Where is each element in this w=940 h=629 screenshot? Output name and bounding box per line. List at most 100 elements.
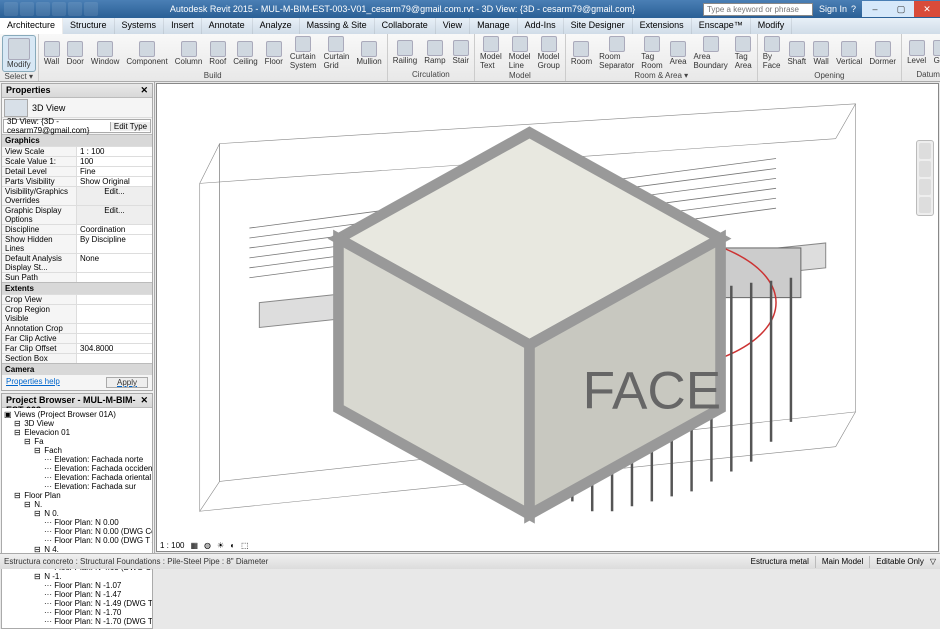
prop-category-extents[interactable]: Extents [2, 282, 152, 294]
type-selector[interactable]: 3D View [2, 98, 152, 118]
tree-node[interactable]: ··· Floor Plan: N -1.70 [4, 608, 150, 617]
pan-icon[interactable] [919, 161, 931, 177]
editable-only-toggle[interactable]: Editable Only [876, 557, 924, 566]
visual-style-icon[interactable]: ◍ [202, 541, 213, 550]
modify-tool[interactable]: Modify [2, 35, 36, 72]
circulation-stair-tool[interactable]: Stair [450, 39, 472, 66]
tree-twisty-icon[interactable]: ⊟ [14, 428, 22, 437]
tree-node[interactable]: ⊟ Fa [4, 437, 150, 446]
instance-filter[interactable]: 3D View: {3D - cesarm79@gmail.com} [4, 117, 110, 135]
view-scale[interactable]: 1 : 100 [158, 541, 186, 550]
tree-node[interactable]: ··· Elevation: Fachada norte [4, 455, 150, 464]
opening-wall-tool[interactable]: Wall [810, 40, 832, 67]
tab-massing[interactable]: Massing & Site [300, 18, 375, 34]
prop-category-camera[interactable]: Camera [2, 363, 152, 375]
filter-icon[interactable]: ▽ [930, 557, 936, 566]
tree-twisty-icon[interactable]: ⊟ [34, 446, 42, 455]
signin-link[interactable]: Sign In [819, 4, 847, 14]
tab-sitedesigner[interactable]: Site Designer [564, 18, 633, 34]
tree-node[interactable]: ⊟ N. [4, 500, 150, 509]
build-floor-tool[interactable]: Floor [262, 40, 286, 67]
tab-manage[interactable]: Manage [470, 18, 518, 34]
tree-twisty-icon[interactable]: ⊟ [24, 437, 32, 446]
tree-node[interactable]: ··· Floor Plan: N -1.07 [4, 581, 150, 590]
circulation-ramp-tool[interactable]: Ramp [421, 39, 448, 66]
tree-root[interactable]: ▣ Views (Project Browser 01A) [4, 410, 150, 419]
help-icon[interactable]: ? [851, 4, 856, 14]
steering-wheel-icon[interactable] [919, 143, 931, 159]
tree-node[interactable]: ··· Elevation: Fachada oriental [4, 473, 150, 482]
circulation-railing-tool[interactable]: Railing [390, 39, 420, 66]
tree-twisty-icon[interactable]: ▣ [4, 410, 12, 419]
tree-twisty-icon[interactable]: ⊟ [14, 419, 22, 428]
zoom-icon[interactable] [919, 179, 931, 195]
app-menu-icon[interactable] [4, 2, 18, 16]
opening-dormer-tool[interactable]: Dormer [866, 40, 899, 67]
tab-addins[interactable]: Add-Ins [518, 18, 564, 34]
tree-node[interactable]: ··· Floor Plan: N -1.70 (DWG T Agua cubi… [4, 617, 150, 626]
tree-node[interactable]: ··· Elevation: Fachada occidental [4, 464, 150, 473]
tree-node[interactable]: ··· Floor Plan: N -1.47 [4, 590, 150, 599]
project-tree[interactable]: ▣ Views (Project Browser 01A)⊟ 3D View⊟ … [2, 408, 152, 628]
tree-node[interactable]: ⊟ Elevacion 01 [4, 428, 150, 437]
build-roof-tool[interactable]: Roof [206, 40, 229, 67]
room-area-boundary-tool[interactable]: Area Boundary [691, 35, 731, 71]
workset-indicator[interactable]: Main Model [822, 557, 863, 566]
viewcube[interactable]: FACE [139, 90, 920, 557]
datum-level-tool[interactable]: Level [904, 39, 929, 66]
opening-vertical-tool[interactable]: Vertical [833, 40, 865, 67]
undo-icon[interactable] [52, 2, 66, 16]
tab-extensions[interactable]: Extensions [633, 18, 692, 34]
datum-grid-tool[interactable]: Grid [930, 39, 940, 66]
properties-help-link[interactable]: Properties help [6, 377, 60, 388]
help-search-input[interactable] [703, 3, 813, 16]
build-door-tool[interactable]: Door [64, 40, 87, 67]
room-area-tool[interactable]: Area [667, 40, 690, 67]
tab-systems[interactable]: Systems [115, 18, 165, 34]
crop-icon[interactable]: ⬚ [239, 541, 251, 550]
open-icon[interactable] [20, 2, 34, 16]
opening-by-face-tool[interactable]: By Face [760, 35, 784, 71]
minimize-button[interactable]: – [862, 1, 888, 17]
save-icon[interactable] [36, 2, 50, 16]
detail-level-icon[interactable]: ▦ [188, 541, 200, 550]
tab-view[interactable]: View [436, 18, 470, 34]
close-button[interactable]: ✕ [914, 1, 940, 17]
select-dropdown[interactable]: Select ▾ [2, 72, 36, 81]
build-column-tool[interactable]: Column [172, 40, 206, 67]
build-curtain-system-tool[interactable]: Curtain System [287, 35, 320, 71]
model-model-text-tool[interactable]: Model Text [477, 35, 505, 71]
model-model-group-tool[interactable]: Model Group [535, 35, 563, 71]
tree-twisty-icon[interactable]: ⊟ [14, 491, 22, 500]
opening-shaft-tool[interactable]: Shaft [784, 40, 809, 67]
tree-node[interactable]: ⊟ N -1. [4, 572, 150, 581]
tab-modify[interactable]: Modify [751, 18, 793, 34]
sun-path-icon[interactable]: ☀ [215, 541, 226, 550]
tab-architecture[interactable]: Architecture [0, 18, 63, 34]
maximize-button[interactable]: ▢ [888, 1, 914, 17]
room-tag-area-tool[interactable]: Tag Area [732, 35, 755, 71]
build-component-tool[interactable]: Component [123, 40, 170, 67]
tree-node[interactable]: ⊟ Fach [4, 446, 150, 455]
tab-insert[interactable]: Insert [164, 18, 202, 34]
redo-icon[interactable] [68, 2, 82, 16]
tree-twisty-icon[interactable]: ⊟ [34, 572, 42, 581]
tree-node[interactable]: ··· Floor Plan: N -1.49 (DWG T Agua cubi… [4, 599, 150, 608]
tree-node[interactable]: ··· Floor Plan: N 0.00 [4, 518, 150, 527]
tab-structure[interactable]: Structure [63, 18, 115, 34]
tree-node[interactable]: ··· Floor Plan: N 0.00 (DWG Columnas) [4, 527, 150, 536]
build-window-tool[interactable]: Window [88, 40, 122, 67]
build-curtain-grid-tool[interactable]: Curtain Grid [321, 35, 353, 71]
room-tag-room-tool[interactable]: Tag Room [638, 35, 665, 71]
tree-node[interactable]: ··· Elevation: Fachada sur [4, 482, 150, 491]
model-model-line-tool[interactable]: Model Line [506, 35, 534, 71]
tab-collaborate[interactable]: Collaborate [375, 18, 436, 34]
tree-twisty-icon[interactable]: ⊟ [24, 500, 32, 509]
tree-node[interactable]: ··· Floor Plan: N 0.00 (DWG T Agua cubie… [4, 536, 150, 545]
room-room-separator-tool[interactable]: Room Separator [596, 35, 637, 71]
print-icon[interactable] [84, 2, 98, 16]
tab-annotate[interactable]: Annotate [202, 18, 253, 34]
tree-node[interactable]: ⊟ 3D View [4, 419, 150, 428]
prop-category-graphics[interactable]: Graphics [2, 134, 152, 146]
viewport-3d[interactable]: FACE [156, 83, 939, 552]
